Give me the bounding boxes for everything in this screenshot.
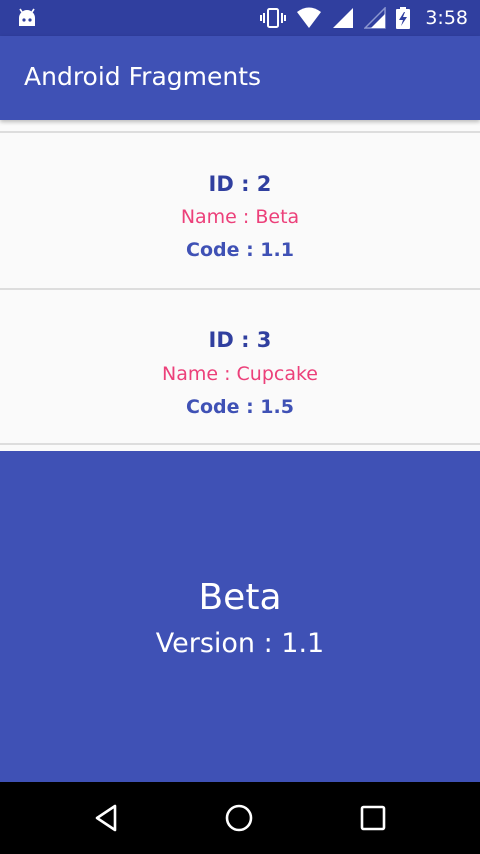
home-icon[interactable] <box>223 802 255 834</box>
vibrate-icon <box>260 8 286 28</box>
item-name: Name : Cupcake <box>161 363 318 385</box>
battery-charging-icon <box>396 7 410 29</box>
navigation-bar <box>0 782 480 854</box>
back-icon[interactable] <box>91 802 123 834</box>
list-divider <box>0 443 480 445</box>
detail-name: Beta <box>198 577 282 618</box>
status-icons <box>260 7 410 29</box>
item-code: Code : 1.1 <box>186 239 294 261</box>
recents-icon[interactable] <box>357 802 389 834</box>
list-item[interactable]: ID : 3 Name : Cupcake Code : 1.5 <box>0 290 480 444</box>
app-title: Android Fragments <box>24 62 262 91</box>
list-item[interactable]: ID : 2 Name : Beta Code : 1.1 <box>0 133 480 288</box>
detail-version: Version : 1.1 <box>155 628 325 659</box>
signal-weak-icon <box>364 7 386 29</box>
wifi-icon <box>297 7 321 28</box>
status-time: 3:58 <box>425 7 468 29</box>
app-bar: Android Fragments <box>0 36 480 120</box>
android-debug-icon <box>19 8 35 26</box>
detail-panel: Beta Version : 1.1 <box>0 451 480 782</box>
item-id: ID : 2 <box>208 172 272 196</box>
item-id: ID : 3 <box>208 328 272 352</box>
item-code: Code : 1.5 <box>186 396 294 418</box>
item-name: Name : Beta <box>180 206 300 228</box>
status-bar: 3:58 <box>0 0 480 36</box>
signal-icon <box>333 8 353 28</box>
version-list: ID : 2 Name : Beta Code : 1.1 ID : 3 Nam… <box>0 120 480 451</box>
